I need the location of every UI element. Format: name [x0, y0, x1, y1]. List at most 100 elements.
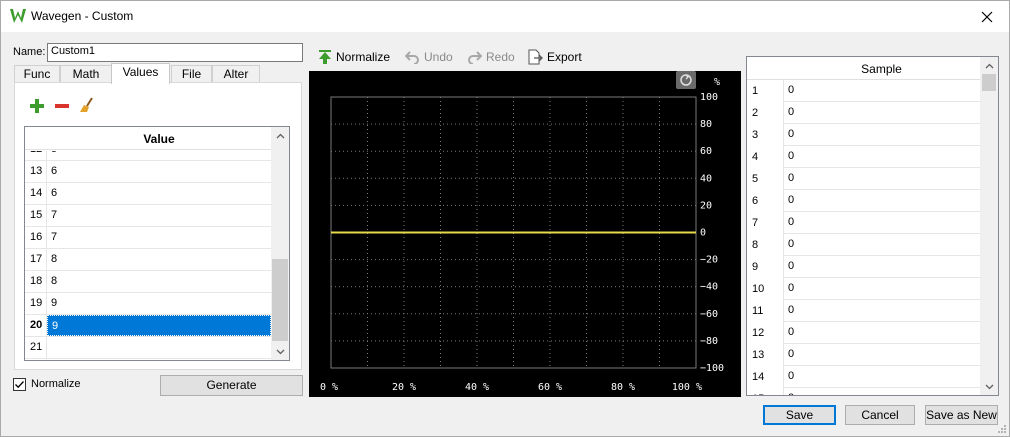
waveform-chart[interactable]: 100 80 60 40 20 0 −20 −40 −60 −80 −100 0 % 20 % 40 % 6…	[309, 71, 741, 397]
y-tick-label: −40	[700, 282, 718, 293]
table-row[interactable]: 40	[747, 146, 980, 168]
row-value[interactable]: 0	[783, 322, 980, 344]
row-value[interactable]: 0	[783, 102, 980, 124]
row-index: 15	[25, 205, 47, 226]
table-row[interactable]: 18 8	[25, 271, 271, 293]
undo-button[interactable]: Undo	[405, 47, 453, 67]
row-index: 8	[752, 239, 759, 251]
export-icon	[528, 49, 543, 65]
minus-icon[interactable]	[54, 98, 70, 114]
normalize-checkbox[interactable]	[13, 378, 26, 391]
cancel-button[interactable]: Cancel	[845, 405, 915, 425]
row-value[interactable]: 0	[783, 124, 980, 146]
row-value[interactable]: 0	[783, 234, 980, 256]
row-value[interactable]: 7	[47, 205, 271, 226]
table-row[interactable]: 19 9	[25, 293, 271, 315]
table-row[interactable]: 70	[747, 212, 980, 234]
export-button[interactable]: Export	[527, 47, 582, 67]
export-label: Export	[547, 50, 582, 64]
table-row-selected[interactable]: 20 9	[25, 315, 271, 337]
undo-icon	[405, 51, 419, 64]
table-row[interactable]: 20	[747, 102, 980, 124]
row-value[interactable]: 8	[47, 249, 271, 270]
y-tick-label: −60	[700, 309, 718, 320]
table-row[interactable]: 17 8	[25, 249, 271, 271]
redo-button[interactable]: Redo	[467, 47, 515, 67]
tab-values[interactable]: Values	[111, 63, 170, 84]
row-value[interactable]: 6	[47, 161, 271, 182]
scroll-down-button[interactable]	[271, 343, 289, 360]
value-table[interactable]: Value 12 5 13 6 14 6 15 7	[24, 126, 290, 361]
y-tick-label: 80	[700, 119, 712, 130]
waveform-plot[interactable]: 100 80 60 40 20 0 −20 −40 −60 −80 −100 0 % 20 % 40 % 6…	[309, 71, 741, 397]
row-value[interactable]: 5	[47, 151, 271, 160]
table-row[interactable]: 15 7	[25, 205, 271, 227]
table-row[interactable]: 11 0	[747, 300, 980, 322]
row-value[interactable]: 7	[47, 227, 271, 248]
table-row[interactable]: 60	[747, 190, 980, 212]
plus-icon[interactable]	[29, 98, 45, 114]
row-index: 12	[25, 151, 47, 160]
table-row[interactable]: 150	[747, 388, 980, 395]
resize-grip-icon[interactable]	[997, 424, 1007, 434]
scroll-down-button[interactable]	[980, 378, 998, 395]
name-input[interactable]: Custom1	[47, 43, 303, 62]
table-row[interactable]: 14 0	[747, 366, 980, 388]
row-value[interactable]: 0	[783, 212, 980, 234]
generate-button[interactable]: Generate	[160, 375, 303, 396]
save-button[interactable]: Save	[763, 405, 836, 425]
close-button[interactable]	[965, 1, 1009, 32]
row-value[interactable]: 0	[783, 366, 980, 388]
table-row[interactable]: 16 7	[25, 227, 271, 249]
tab-file[interactable]: File	[171, 65, 212, 83]
table-row[interactable]: 21	[25, 337, 271, 359]
table-row[interactable]: 90	[747, 256, 980, 278]
tab-func[interactable]: Func	[14, 65, 60, 83]
row-value[interactable]: 0	[783, 278, 980, 300]
row-value[interactable]: 8	[47, 271, 271, 292]
normalize-toolbar-button[interactable]: Normalize	[318, 47, 390, 67]
save-as-new-button[interactable]: Save as New	[925, 405, 998, 425]
scroll-up-button[interactable]	[980, 57, 998, 74]
scroll-up-button[interactable]	[271, 127, 289, 144]
redo-icon	[468, 51, 482, 64]
table-row[interactable]: 10 0	[747, 278, 980, 300]
tab-math[interactable]: Math	[60, 65, 112, 83]
table-row[interactable]: 12 5	[25, 151, 271, 161]
row-value[interactable]: 0	[783, 190, 980, 212]
row-value[interactable]	[47, 337, 271, 358]
value-column-header: Value	[143, 132, 175, 146]
row-value[interactable]: 0	[783, 80, 980, 102]
table-row[interactable]: 30	[747, 124, 980, 146]
value-table-scrollbar[interactable]	[271, 127, 289, 360]
table-row[interactable]: 14 6	[25, 183, 271, 205]
table-row[interactable]: 12 0	[747, 322, 980, 344]
title-bar[interactable]: Wavegen - Custom	[1, 1, 1009, 32]
table-row[interactable]: 50	[747, 168, 980, 190]
sample-table[interactable]: Sample 10 20 30 40 50 60 70 80 90 10 0 11…	[746, 56, 999, 396]
row-value[interactable]: 6	[47, 183, 271, 204]
table-row[interactable]: 80	[747, 234, 980, 256]
scroll-thumb[interactable]	[272, 259, 288, 341]
row-value[interactable]: 0	[783, 146, 980, 168]
row-index: 17	[25, 249, 47, 270]
row-index: 11	[752, 305, 764, 317]
normalize-checkbox-label[interactable]: Normalize	[31, 378, 81, 390]
row-value[interactable]: 0	[783, 344, 980, 366]
tab-alter[interactable]: Alter	[212, 65, 260, 83]
row-value[interactable]: 9	[47, 293, 271, 314]
table-row[interactable]: 13 0	[747, 344, 980, 366]
sample-table-scrollbar[interactable]	[980, 57, 998, 395]
row-value[interactable]: 0	[783, 168, 980, 190]
autoscale-icon[interactable]	[676, 71, 696, 89]
x-tick-label: 60 %	[538, 382, 562, 393]
redo-label: Redo	[486, 50, 515, 64]
row-value[interactable]: 0	[783, 256, 980, 278]
table-row[interactable]: 13 6	[25, 161, 271, 183]
broom-icon[interactable]	[79, 97, 95, 113]
row-value[interactable]: 0	[783, 388, 980, 395]
table-row[interactable]: 10	[747, 80, 980, 102]
scroll-thumb[interactable]	[982, 74, 996, 91]
row-value[interactable]: 9	[47, 315, 271, 336]
row-value[interactable]: 0	[783, 300, 980, 322]
